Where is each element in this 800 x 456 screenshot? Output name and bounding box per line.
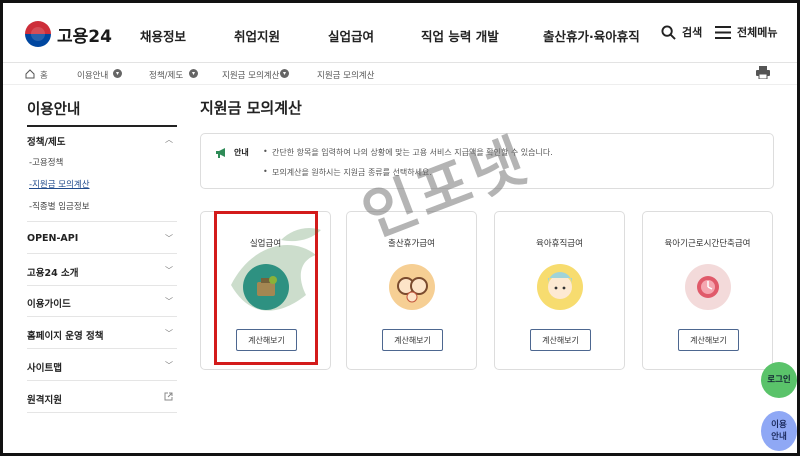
- sidebar-sub-employment-policy[interactable]: -고용정책: [29, 156, 63, 168]
- site-header: 고용24 채용정보 취업지원 실업급여 직업 능력 개발 출산휴가·육아휴직 검…: [3, 3, 797, 63]
- sidebar-divider: [27, 412, 177, 413]
- guide-label-line1: 이용: [771, 420, 787, 430]
- nav-item-employment-support[interactable]: 취업지원: [234, 26, 280, 45]
- breadcrumb-guide[interactable]: 이용안내: [77, 69, 108, 81]
- chevron-down-icon: ﹀: [165, 361, 173, 370]
- chevron-down-icon: ﹀: [165, 266, 173, 275]
- sidebar-item-label: 원격지원: [27, 395, 62, 406]
- sidebar-title: 이용안내: [27, 102, 81, 118]
- sidebar-item-label: 사이트맵: [27, 363, 62, 374]
- breadcrumb: 홈 이용안내 ▾ 정책/제도 ▾ 지원금 모의계산 ▾ 지원금 모의계산: [3, 63, 797, 85]
- sidebar-divider: [27, 285, 177, 286]
- megaphone-icon: [215, 147, 228, 160]
- calc-button[interactable]: 계산해보기: [382, 329, 443, 351]
- home-icon[interactable]: [25, 69, 35, 82]
- login-float-button[interactable]: 로그인: [761, 362, 797, 398]
- taegeuk-logo-icon: [25, 21, 51, 47]
- sidebar-item-remote-support[interactable]: 원격지원: [27, 392, 177, 406]
- print-icon[interactable]: [756, 66, 770, 82]
- chevron-down-icon[interactable]: ▾: [189, 69, 198, 78]
- maternity-leave-icon: [389, 264, 435, 310]
- breadcrumb-current: 지원금 모의계산: [317, 71, 375, 81]
- login-label: 로그인: [767, 375, 791, 385]
- nav-item-maternity-childcare[interactable]: 출산휴가·육아휴직: [543, 26, 640, 45]
- sidebar-sub-wage-info[interactable]: -직종별 임금정보: [29, 200, 90, 212]
- breadcrumb-subsidy-calc[interactable]: 지원금 모의계산: [222, 69, 279, 81]
- card-title: 육아휴직급여: [536, 239, 583, 249]
- nav-item-jobs[interactable]: 채용정보: [140, 26, 186, 45]
- sidebar-divider: [27, 380, 177, 381]
- usage-guide-float-button[interactable]: 이용 안내: [761, 411, 797, 451]
- chevron-up-icon: ︿: [165, 135, 173, 144]
- sidebar-item-label: OPEN-API: [27, 233, 79, 244]
- external-link-icon: [164, 392, 173, 403]
- sidebar-item-label: 정책/제도: [27, 137, 66, 148]
- calc-button[interactable]: 계산해보기: [530, 329, 591, 351]
- menu-button[interactable]: 전체메뉴: [715, 24, 777, 40]
- sidebar-item-usage-guide[interactable]: 이용가이드 ﹀: [27, 296, 177, 310]
- nav-item-vocational-training[interactable]: 직업 능력 개발: [421, 26, 499, 45]
- nav-item-unemployment-benefit[interactable]: 실업급여: [328, 26, 374, 45]
- sidebar-item-about[interactable]: 고용24 소개 ﹀: [27, 265, 177, 279]
- chevron-down-icon[interactable]: ▾: [113, 69, 122, 78]
- sidebar-divider: [27, 316, 177, 317]
- card-title: 육아기근로시간단축급여: [664, 239, 751, 249]
- sidebar-item-operation-policy[interactable]: 홈페이지 운영 정책 ﹀: [27, 328, 177, 342]
- reduced-hours-icon: [685, 264, 731, 310]
- search-label: 검색: [682, 26, 703, 39]
- hamburger-icon: [715, 25, 731, 39]
- chevron-down-icon: ﹀: [165, 329, 173, 338]
- site-logo[interactable]: 고용24: [25, 21, 112, 47]
- card-reduced-hours[interactable]: 육아기근로시간단축급여 계산해보기: [642, 211, 773, 370]
- sidebar-divider: [27, 125, 177, 127]
- notice-bullet: •: [263, 167, 268, 176]
- sidebar-item-label: 고용24 소개: [27, 268, 79, 279]
- card-childcare-leave[interactable]: 육아휴직급여 계산해보기: [494, 211, 625, 370]
- breadcrumb-home[interactable]: 홈: [40, 69, 48, 81]
- sidebar-item-label: 홈페이지 운영 정책: [27, 331, 104, 342]
- notice-bullet: •: [263, 147, 268, 156]
- search-icon: [661, 24, 676, 40]
- page-title: 지원금 모의계산: [200, 99, 302, 117]
- notice-label: 안내: [234, 148, 249, 157]
- sidebar-item-open-api[interactable]: OPEN-API ﹀: [27, 233, 177, 244]
- guide-label-line2: 안내: [771, 432, 787, 442]
- sidebar-divider: [27, 348, 177, 349]
- chevron-down-icon[interactable]: ▾: [280, 69, 289, 78]
- sidebar-item-label: 이용가이드: [27, 299, 71, 310]
- sidebar-divider: [27, 221, 177, 222]
- sidebar-sub-subsidy-calc[interactable]: -지원금 모의계산: [29, 178, 90, 190]
- breadcrumb-policy[interactable]: 정책/제도: [149, 69, 183, 81]
- search-button[interactable]: 검색: [661, 24, 702, 40]
- dove-watermark-icon: [221, 225, 341, 339]
- sidebar-divider: [27, 253, 177, 254]
- menu-label: 전체메뉴: [737, 26, 778, 39]
- chevron-down-icon: ﹀: [165, 297, 173, 306]
- chevron-down-icon: ﹀: [165, 234, 173, 243]
- logo-text: 고용24: [57, 26, 112, 47]
- childcare-leave-icon: [537, 264, 583, 310]
- sidebar-item-sitemap[interactable]: 사이트맵 ﹀: [27, 360, 177, 374]
- calc-button[interactable]: 계산해보기: [678, 329, 739, 351]
- sidebar-item-policy[interactable]: 정책/제도 ︿: [27, 134, 177, 148]
